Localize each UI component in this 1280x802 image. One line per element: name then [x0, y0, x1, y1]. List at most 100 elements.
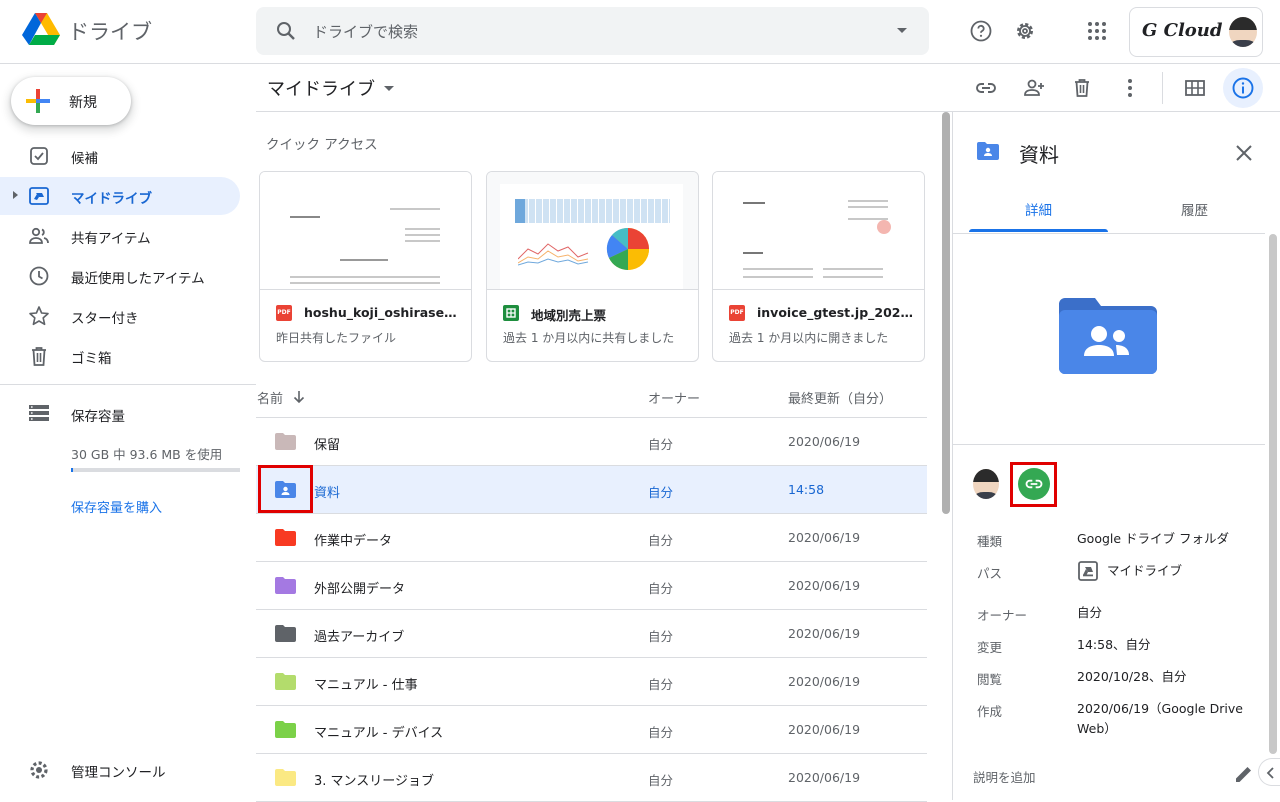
quick-access-card[interactable]: PDF hoshu_koji_oshirase01.… 昨日共有したファイル: [259, 171, 472, 362]
sidebar-divider: [0, 384, 256, 385]
sidebar-item-recent[interactable]: 最近使用したアイテム: [0, 257, 240, 295]
quick-access-reason: 昨日共有したファイル: [276, 331, 397, 345]
sidebar-item-trash[interactable]: ゴミ箱: [0, 337, 240, 375]
add-description-field[interactable]: 説明を追加: [973, 767, 1036, 786]
table-row[interactable]: 資料 自分 14:58: [256, 466, 927, 514]
side-panel-toggle-button[interactable]: [1258, 758, 1280, 786]
help-icon[interactable]: [969, 19, 993, 43]
table-row[interactable]: マニュアル - デバイス 自分 2020/06/19: [256, 706, 927, 754]
quick-access-reason: 過去 1 か月以内に共有しました: [503, 331, 675, 345]
owner-avatar[interactable]: [973, 469, 999, 499]
quick-access-file-name: 地域別売上票: [531, 308, 607, 323]
storage-progress-bar: [71, 468, 240, 472]
sidebar-item-label: マイドライブ: [71, 191, 152, 207]
table-row[interactable]: 保留 自分 2020/06/19: [256, 418, 927, 466]
tab-details[interactable]: 詳細: [961, 199, 1116, 219]
file-owner: 自分: [648, 629, 674, 644]
search-input[interactable]: ドライブで検索: [313, 21, 418, 42]
detail-value-path[interactable]: マイドライブ: [1107, 561, 1280, 581]
close-icon[interactable]: [1233, 142, 1255, 164]
table-row[interactable]: 外部公開データ 自分 2020/06/19: [256, 562, 927, 610]
sidebar-item-starred[interactable]: スター付き: [0, 297, 240, 335]
table-row[interactable]: 過去アーカイブ 自分 2020/06/19: [256, 610, 927, 658]
chart-thumbnail: [518, 243, 589, 266]
storage-label[interactable]: 保存容量: [71, 405, 125, 425]
tabs-divider: [953, 233, 1265, 234]
buy-storage-link[interactable]: 保存容量を購入: [71, 497, 162, 516]
detail-value-opened: 2020/10/28、自分: [1077, 669, 1187, 684]
file-thumbnail: [260, 172, 471, 290]
breadcrumb[interactable]: マイドライブ: [267, 75, 375, 101]
file-owner: 自分: [648, 725, 674, 740]
search-bar[interactable]: ドライブで検索: [256, 7, 929, 55]
quick-access-title: クイック アクセス: [266, 137, 378, 153]
sidebar-item-my-drive[interactable]: マイドライブ: [0, 177, 240, 215]
quick-access-card[interactable]: 地域別売上票 過去 1 か月以内に共有しました: [486, 171, 699, 362]
more-actions-icon[interactable]: [1118, 76, 1142, 100]
file-thumbnail: [487, 172, 698, 290]
file-name: 外部公開データ: [314, 582, 406, 597]
detail-key-path: パス: [977, 566, 1003, 581]
sidebar-item-shared[interactable]: 共有アイテム: [0, 217, 240, 255]
drive-logo-icon[interactable]: [22, 13, 60, 47]
folder-icon: [275, 673, 296, 690]
admin-console-link[interactable]: 管理コンソール: [71, 761, 166, 781]
search-options-icon[interactable]: [897, 28, 907, 33]
quick-access-card[interactable]: PDF invoice_gtest.jp_202010… 過去 1 か月以内に開…: [712, 171, 925, 362]
expand-caret-icon[interactable]: [13, 191, 18, 199]
file-owner: 自分: [648, 533, 674, 548]
folder-icon: [275, 769, 296, 786]
file-modified: 2020/06/19: [788, 578, 861, 593]
detail-value-modified: 14:58、自分: [1077, 637, 1151, 652]
file-name: 作業中データ: [314, 534, 393, 549]
pdf-file-icon: PDF: [276, 305, 292, 321]
sidebar-item-suggested[interactable]: 候補: [0, 137, 240, 175]
highlight-box-folder-icon: [258, 465, 313, 513]
preview-divider: [953, 444, 1265, 445]
sort-arrow-down-icon[interactable]: [291, 389, 307, 405]
table-row[interactable]: 3. マンスリージョブ 自分 2020/06/19: [256, 754, 927, 802]
highlight-box-link-sharing: [1010, 462, 1057, 507]
file-modified: 2020/06/19: [788, 530, 861, 545]
main-scrollbar[interactable]: [942, 112, 950, 514]
detail-key-opened: 閲覧: [977, 672, 1003, 687]
avatar[interactable]: [1229, 17, 1257, 47]
column-header-name[interactable]: 名前: [257, 388, 283, 407]
column-header-modified[interactable]: 最終更新（自分）: [788, 388, 892, 407]
main-header: マイドライブ: [256, 64, 1280, 112]
file-modified: 2020/06/19: [788, 722, 861, 737]
sidebar-item-label: 最近使用したアイテム: [71, 271, 205, 287]
sidebar-item-label: ゴミ箱: [71, 351, 112, 367]
quick-access-reason: 過去 1 か月以内に開きました: [729, 331, 889, 345]
table-row[interactable]: マニュアル - 仕事 自分 2020/06/19: [256, 658, 927, 706]
clock-icon: [29, 266, 49, 286]
account-button[interactable]: G Cloud: [1129, 7, 1263, 57]
breadcrumb-dropdown-icon[interactable]: [384, 86, 394, 91]
tab-activity[interactable]: 履歴: [1117, 199, 1272, 219]
settings-gear-icon[interactable]: [1013, 19, 1037, 43]
details-toggle-button[interactable]: [1223, 68, 1263, 108]
search-icon[interactable]: [274, 19, 298, 43]
table-row[interactable]: 作業中データ 自分 2020/06/19: [256, 514, 927, 562]
edit-pencil-icon[interactable]: [1233, 763, 1255, 785]
share-add-person-icon[interactable]: [1022, 76, 1046, 100]
detail-value-created: 2020/06/19（Google Drive Web）: [1077, 701, 1243, 736]
get-link-icon[interactable]: [974, 76, 998, 100]
detail-key-created: 作成: [977, 704, 1003, 719]
file-owner: 自分: [648, 485, 674, 500]
new-button[interactable]: 新規: [11, 77, 131, 125]
star-icon: [29, 306, 49, 326]
file-owner: 自分: [648, 677, 674, 692]
toolbar-divider: [1162, 72, 1163, 104]
apps-grid-icon[interactable]: [1085, 19, 1109, 43]
panel-scrollbar[interactable]: [1269, 234, 1277, 754]
sidebar: 新規 候補 マイドライブ 共有アイテム 最近使用したアイテム スター付き ゴミ箱…: [0, 64, 256, 800]
folder-icon: [275, 433, 296, 450]
column-header-owner[interactable]: オーナー: [648, 388, 700, 407]
file-thumbnail: [713, 172, 924, 290]
delete-trash-icon[interactable]: [1070, 76, 1094, 100]
my-drive-icon: [29, 187, 49, 205]
grid-view-icon[interactable]: [1183, 76, 1207, 100]
large-shared-folder-icon: [1059, 298, 1157, 374]
storage-icon: [29, 405, 49, 421]
